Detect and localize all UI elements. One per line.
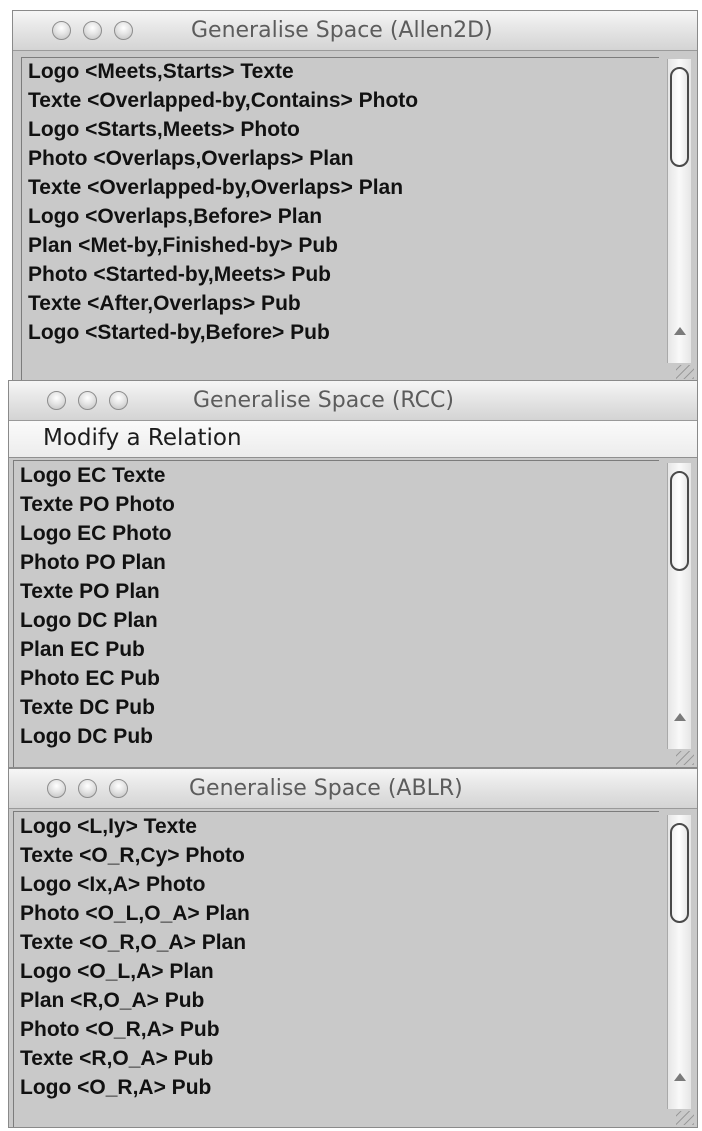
vertical-scrollbar[interactable] bbox=[667, 463, 691, 749]
resize-grip-icon[interactable] bbox=[676, 751, 694, 765]
list-item[interactable]: Logo EC Texte bbox=[20, 464, 165, 488]
list-item[interactable]: Photo <Started-by,Meets> Pub bbox=[28, 263, 331, 287]
list-item[interactable]: Texte PO Plan bbox=[20, 580, 160, 604]
list-item[interactable]: Logo EC Photo bbox=[20, 522, 172, 546]
close-window-button[interactable] bbox=[52, 21, 71, 40]
relation-list[interactable]: Logo <Meets,Starts> Texte Texte <Overlap… bbox=[21, 57, 659, 381]
list-item[interactable]: Texte PO Photo bbox=[20, 493, 175, 517]
list-item[interactable]: Texte <After,Overlaps> Pub bbox=[28, 292, 301, 316]
minimize-window-button[interactable] bbox=[78, 779, 97, 798]
list-item[interactable]: Plan EC Pub bbox=[20, 638, 145, 662]
list-item[interactable]: Logo DC Pub bbox=[20, 725, 153, 749]
scrollbar-thumb[interactable] bbox=[670, 823, 689, 923]
list-item[interactable]: Texte <Overlapped-by,Contains> Photo bbox=[28, 89, 418, 113]
list-item[interactable]: Photo <O_R,A> Pub bbox=[20, 1018, 220, 1042]
list-item[interactable]: Logo <L,Iy> Texte bbox=[20, 815, 197, 839]
list-item[interactable]: Logo DC Plan bbox=[20, 609, 158, 633]
list-item[interactable]: Texte <O_R,Cy> Photo bbox=[20, 844, 245, 868]
menu-bar: Modify a Relation bbox=[9, 421, 697, 458]
window-allen2d: Generalise Space (Allen2D) Logo <Meets,S… bbox=[12, 10, 698, 382]
list-item[interactable]: Photo <O_L,O_A> Plan bbox=[20, 902, 250, 926]
relation-list[interactable]: Logo EC Texte Texte PO Photo Logo EC Pho… bbox=[13, 460, 659, 767]
relation-list[interactable]: Logo <L,Iy> Texte Texte <O_R,Cy> Photo L… bbox=[13, 811, 659, 1127]
list-item[interactable]: Texte DC Pub bbox=[20, 696, 155, 720]
window-title-bar[interactable]: Generalise Space (RCC) bbox=[9, 381, 697, 421]
list-item[interactable]: Logo <Starts,Meets> Photo bbox=[28, 118, 300, 142]
scroll-up-arrow-icon[interactable] bbox=[674, 1073, 686, 1081]
list-item[interactable]: Logo <O_R,A> Pub bbox=[20, 1076, 211, 1100]
list-item[interactable]: Photo EC Pub bbox=[20, 667, 160, 691]
close-window-button[interactable] bbox=[47, 779, 66, 798]
list-item[interactable]: Logo <Ix,A> Photo bbox=[20, 873, 206, 897]
resize-grip-icon[interactable] bbox=[676, 1111, 694, 1125]
close-window-button[interactable] bbox=[47, 391, 66, 410]
list-item[interactable]: Texte <O_R,O_A> Plan bbox=[20, 931, 246, 955]
modify-relation-menu-item[interactable]: Modify a Relation bbox=[43, 425, 242, 451]
minimize-window-button[interactable] bbox=[78, 391, 97, 410]
scroll-up-arrow-icon[interactable] bbox=[674, 713, 686, 721]
window-ablr: Generalise Space (ABLR) Logo <L,Iy> Text… bbox=[8, 768, 698, 1128]
resize-grip-icon[interactable] bbox=[676, 365, 694, 379]
list-item[interactable]: Logo <Started-by,Before> Pub bbox=[28, 321, 330, 345]
window-title-bar[interactable]: Generalise Space (ABLR) bbox=[9, 769, 697, 809]
list-item[interactable]: Logo <Overlaps,Before> Plan bbox=[28, 205, 322, 229]
window-title-bar[interactable]: Generalise Space (Allen2D) bbox=[13, 11, 697, 51]
window-title: Generalise Space (ABLR) bbox=[189, 776, 463, 801]
minimize-window-button[interactable] bbox=[83, 21, 102, 40]
list-item[interactable]: Texte <Overlapped-by,Overlaps> Plan bbox=[28, 176, 403, 200]
scroll-up-arrow-icon[interactable] bbox=[674, 327, 686, 335]
vertical-scrollbar[interactable] bbox=[667, 59, 691, 363]
window-title: Generalise Space (Allen2D) bbox=[191, 18, 493, 43]
window-title: Generalise Space (RCC) bbox=[193, 388, 454, 413]
zoom-window-button[interactable] bbox=[114, 21, 133, 40]
scrollbar-thumb[interactable] bbox=[670, 67, 689, 167]
list-item[interactable]: Logo <Meets,Starts> Texte bbox=[28, 60, 294, 84]
list-item[interactable]: Texte <R,O_A> Pub bbox=[20, 1047, 213, 1071]
list-item[interactable]: Photo PO Plan bbox=[20, 551, 166, 575]
list-item[interactable]: Logo <O_L,A> Plan bbox=[20, 960, 214, 984]
list-item[interactable]: Plan <R,O_A> Pub bbox=[20, 989, 204, 1013]
window-rcc: Generalise Space (RCC) Modify a Relation… bbox=[8, 380, 698, 768]
scrollbar-thumb[interactable] bbox=[670, 471, 689, 571]
list-item[interactable]: Photo <Overlaps,Overlaps> Plan bbox=[28, 147, 354, 171]
list-item[interactable]: Plan <Met-by,Finished-by> Pub bbox=[28, 234, 338, 258]
zoom-window-button[interactable] bbox=[109, 779, 128, 798]
vertical-scrollbar[interactable] bbox=[667, 815, 691, 1109]
zoom-window-button[interactable] bbox=[109, 391, 128, 410]
